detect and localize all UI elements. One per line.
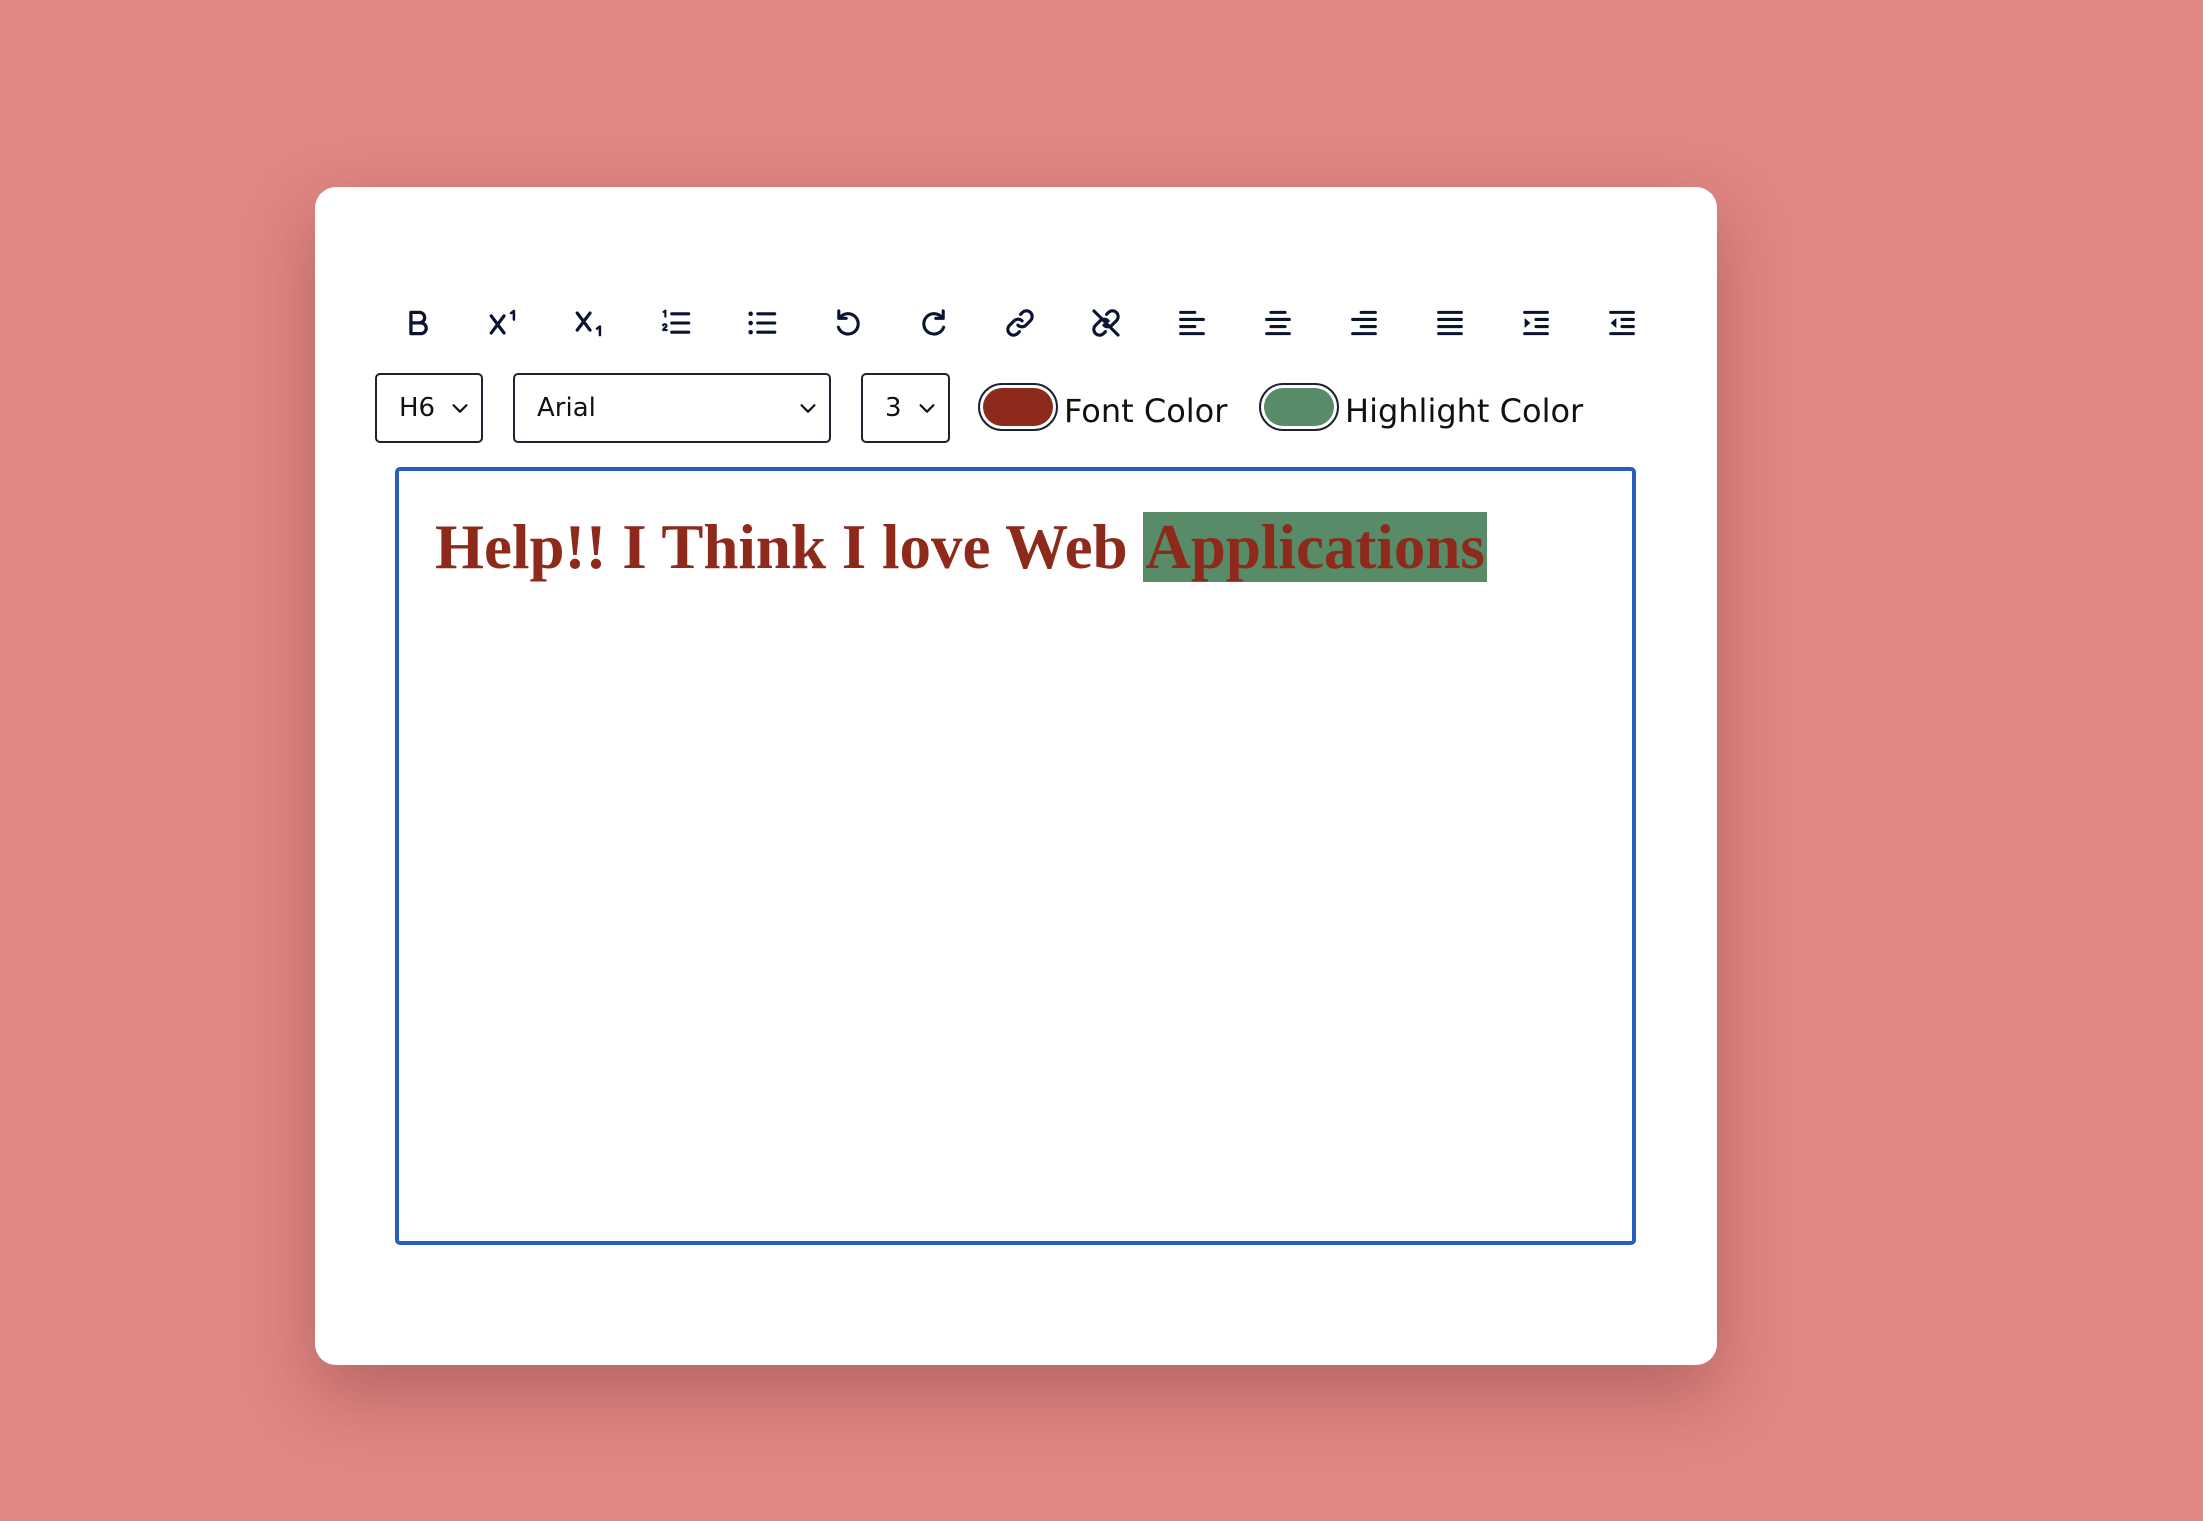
unlink-icon — [1092, 309, 1120, 337]
unordered-list-icon — [748, 311, 777, 335]
justify-button[interactable] — [1407, 291, 1493, 355]
align-center-button[interactable] — [1235, 291, 1321, 355]
font-color-picker[interactable] — [978, 383, 1058, 431]
chevron-down-icon — [452, 404, 468, 413]
font-family-select-value: Arial — [537, 393, 596, 423]
font-color-swatch — [983, 388, 1053, 426]
highlight-color-label: Highlight Color — [1345, 392, 1584, 430]
ordered-list-icon — [662, 309, 691, 334]
font-color-label: Font Color — [1064, 392, 1228, 430]
unordered-list-button[interactable] — [719, 291, 805, 355]
subscript-button[interactable] — [547, 291, 633, 355]
subscript-icon — [575, 311, 602, 337]
bold-button[interactable] — [375, 291, 461, 355]
link-icon — [1006, 309, 1034, 337]
ordered-list-button[interactable] — [633, 291, 719, 355]
superscript-button[interactable] — [461, 291, 547, 355]
font-color-control: Font Color — [978, 373, 1227, 449]
editor-text-highlighted: Applications — [1143, 512, 1487, 582]
heading-select[interactable]: H6 — [375, 373, 483, 443]
formatting-toolbar — [375, 291, 1665, 355]
undo-icon — [836, 309, 860, 336]
redo-icon — [922, 309, 946, 336]
editor-content: Help!! I Think I love Web Applications — [435, 509, 1487, 585]
justify-icon — [1437, 310, 1463, 336]
heading-select-value: H6 — [399, 393, 436, 423]
chevron-down-icon — [800, 404, 816, 413]
editor-text-plain: Help!! I Think I love Web — [435, 512, 1144, 582]
unlink-button[interactable] — [1063, 291, 1149, 355]
align-right-button[interactable] — [1321, 291, 1407, 355]
link-button[interactable] — [977, 291, 1063, 355]
highlight-color-swatch — [1264, 388, 1334, 426]
format-controls: H6 Arial 3 Font Color Highlight Color — [375, 373, 1675, 449]
font-family-select[interactable]: Arial — [513, 373, 831, 443]
indent-button[interactable] — [1493, 291, 1579, 355]
undo-button[interactable] — [805, 291, 891, 355]
text-editor[interactable]: Help!! I Think I love Web Applications — [395, 467, 1636, 1245]
redo-button[interactable] — [891, 291, 977, 355]
font-size-select-value: 3 — [885, 393, 902, 423]
align-left-icon — [1179, 310, 1205, 336]
indent-icon — [1523, 310, 1549, 336]
font-size-select[interactable]: 3 — [861, 373, 950, 443]
align-right-icon — [1351, 310, 1377, 336]
align-left-button[interactable] — [1149, 291, 1235, 355]
outdent-button[interactable] — [1579, 291, 1665, 355]
editor-card: H6 Arial 3 Font Color Highlight Color He… — [315, 187, 1717, 1365]
align-center-icon — [1265, 310, 1291, 336]
chevron-down-icon — [919, 404, 935, 413]
bold-icon — [409, 310, 428, 336]
superscript-icon — [489, 309, 516, 335]
highlight-color-picker[interactable] — [1259, 383, 1339, 431]
outdent-icon — [1609, 310, 1635, 336]
highlight-color-control: Highlight Color — [1259, 373, 1583, 449]
